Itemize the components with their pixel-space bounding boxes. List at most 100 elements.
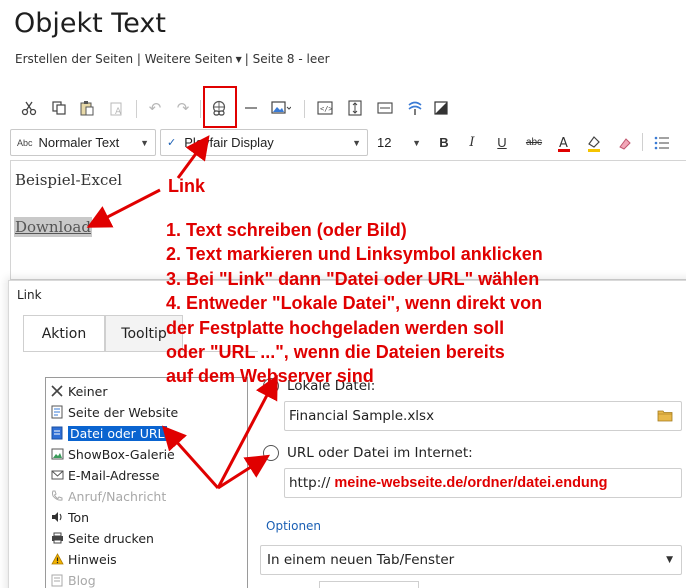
speaker-icon	[50, 510, 64, 524]
list-item-hinweis[interactable]: Hinweis	[50, 549, 117, 569]
x-icon	[50, 384, 64, 398]
breadcrumb-page: | Seite 8 - leer	[244, 52, 330, 66]
folder-icon[interactable]	[657, 408, 673, 422]
instruction-step: der Festplatte hochgeladen werden soll	[166, 317, 505, 338]
tab-aktion[interactable]: Aktion	[23, 315, 105, 352]
instruction-step: 3. Bei "Link" dann "Datei oder URL" wähl…	[166, 268, 540, 289]
instruction-step: oder "URL ...", wenn die Dateien bereits	[166, 342, 505, 363]
chevron-down-icon: ▼	[412, 138, 421, 148]
editor-text-line: Beispiel-Excel	[15, 171, 123, 189]
list-item-label: ShowBox-Galerie	[68, 446, 175, 462]
chevron-down-icon: ▼	[666, 555, 673, 565]
partial-control[interactable]	[319, 581, 419, 588]
highlight-color-icon[interactable]	[582, 129, 606, 156]
underline-icon[interactable]: U	[490, 129, 514, 156]
chevron-down-icon: ▼	[352, 138, 361, 148]
url-hint-annotation: meine-webseite.de/ordner/datei.endung	[334, 475, 608, 491]
style-value: Normaler Text	[38, 135, 120, 150]
list-item-label: Ton	[68, 509, 90, 525]
url-prefix: http://	[289, 475, 331, 491]
list-item-label: Seite der Website	[68, 404, 179, 420]
copy-icon[interactable]	[48, 94, 70, 122]
svg-text:A: A	[559, 136, 568, 151]
format-painter-icon[interactable]	[404, 94, 426, 122]
chevron-down-icon: ▼	[140, 138, 149, 148]
style-prefix: Abc	[17, 137, 33, 148]
italic-icon[interactable]: I	[460, 129, 484, 156]
text-color-icon[interactable]: A	[552, 129, 576, 156]
paste-text-icon[interactable]: A	[106, 94, 128, 122]
link-button-highlight	[203, 86, 237, 128]
list-item-email[interactable]: E-Mail-Adresse	[50, 465, 160, 485]
font-value: Playfair Display	[184, 135, 274, 150]
mail-icon	[50, 468, 64, 482]
list-item-label: E-Mail-Adresse	[68, 467, 160, 483]
annotation-link-label: Link	[168, 176, 206, 196]
bullet-list-icon[interactable]	[650, 129, 674, 156]
list-item-label: Datei oder URL	[68, 425, 167, 441]
list-item-label: Keiner	[68, 383, 108, 399]
instruction-step: 4. Entweder "Lokale Datei", wenn direkt …	[166, 293, 543, 314]
image-icon[interactable]	[270, 94, 292, 122]
horizontal-line-icon[interactable]	[240, 94, 262, 122]
gallery-icon	[50, 447, 64, 461]
target-select[interactable]: In einem neuen Tab/Fenster ▼	[260, 545, 682, 575]
bold-icon[interactable]: B	[432, 129, 456, 156]
font-size-value: 12	[377, 135, 392, 150]
font-size-select[interactable]: 12 ▼	[370, 129, 428, 156]
horizontal-space-icon[interactable]	[374, 94, 396, 122]
page-title: Objekt Text	[14, 8, 166, 39]
breadcrumb: Erstellen der Seiten | Weitere Seiten ▼ | …	[15, 52, 330, 66]
dialog-title: Link	[17, 288, 42, 302]
svg-text:</>: </>	[320, 105, 333, 113]
paragraph-style-select[interactable]: Abc Normaler Text ▼	[10, 129, 156, 156]
chevron-down-icon[interactable]: ▼	[236, 55, 242, 64]
list-item-anruf[interactable]: Anruf/Nachricht	[50, 486, 166, 506]
list-item-label: Blog	[68, 572, 96, 588]
list-item-label: Hinweis	[68, 551, 117, 567]
strikethrough-icon[interactable]: abc	[520, 129, 548, 156]
warning-icon	[50, 552, 64, 566]
list-item-seite[interactable]: Seite der Website	[50, 402, 178, 422]
instruction-step: auf dem Webserver sind	[166, 366, 374, 387]
check-icon: ✓	[167, 137, 177, 149]
clear-format-icon[interactable]	[612, 129, 636, 156]
instruction-steps: 1. Text schreiben (oder Bild) 2. Text ma…	[166, 218, 636, 389]
local-file-field[interactable]: Financial Sample.xlsx	[284, 401, 682, 431]
url-label: URL oder Datei im Internet:	[287, 445, 473, 461]
blog-icon	[50, 573, 64, 587]
breadcrumb-path[interactable]: Erstellen der Seiten | Weitere Seiten	[15, 52, 233, 66]
instruction-step: 2. Text markieren und Linksymbol anklick…	[166, 244, 543, 265]
list-item-datei-oder-url[interactable]: Datei oder URL	[50, 423, 167, 443]
paste-icon[interactable]	[76, 94, 98, 122]
format-toolbar: Abc Normaler Text ▼ ✓ Playfair Display ▼…	[10, 129, 686, 156]
list-item-label: Anruf/Nachricht	[68, 488, 167, 504]
html-code-icon[interactable]: </>	[314, 94, 336, 122]
target-value: In einem neuen Tab/Fenster	[267, 552, 455, 568]
font-family-select[interactable]: ✓ Playfair Display ▼	[160, 129, 368, 156]
instruction-step: 1. Text schreiben (oder Bild)	[166, 220, 407, 240]
undo-icon[interactable]: ↶	[144, 94, 166, 122]
list-item-label: Seite drucken	[68, 530, 154, 546]
page-icon	[50, 405, 64, 419]
action-list: Keiner Seite der Website Datei oder URL …	[45, 377, 248, 588]
url-field[interactable]: http:// meine-webseite.de/ordner/datei.e…	[284, 468, 682, 498]
phone-icon	[50, 489, 64, 503]
redo-icon[interactable]: ↷	[172, 94, 194, 122]
list-item-keiner[interactable]: Keiner	[50, 381, 108, 401]
options-heading: Optionen	[266, 519, 322, 533]
cut-icon[interactable]	[18, 94, 40, 122]
vertical-space-icon[interactable]	[344, 94, 366, 122]
editor-toolbar: A ↶ ↷ </>	[14, 94, 674, 124]
list-item-blog[interactable]: Blog	[50, 570, 96, 588]
selected-link-text[interactable]: Download	[14, 217, 92, 237]
svg-text:A: A	[115, 107, 122, 116]
list-item-ton[interactable]: Ton	[50, 507, 89, 527]
local-file-value: Financial Sample.xlsx	[289, 408, 435, 424]
list-item-showbox[interactable]: ShowBox-Galerie	[50, 444, 175, 464]
radio-url[interactable]	[263, 445, 279, 461]
list-item-drucken[interactable]: Seite drucken	[50, 528, 154, 548]
file-icon	[50, 426, 64, 440]
contrast-icon[interactable]	[430, 94, 452, 122]
printer-icon	[50, 531, 64, 545]
